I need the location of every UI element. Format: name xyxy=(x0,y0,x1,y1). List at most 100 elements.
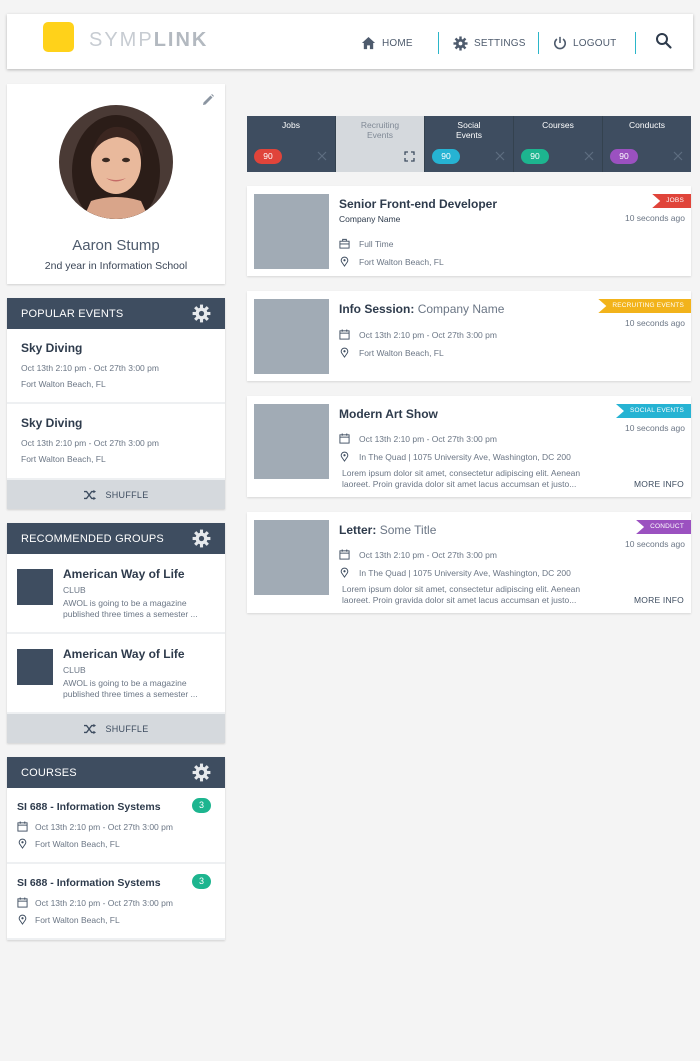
group-description: AWOL is going to be a magazine published … xyxy=(63,598,198,619)
tab-label: Jobs xyxy=(282,120,300,130)
tab-count-badge: 90 xyxy=(521,149,549,164)
courses-header: COURSES xyxy=(7,757,225,788)
group-type: CLUB xyxy=(63,665,86,675)
gear-icon[interactable] xyxy=(192,763,211,782)
event-date: Oct 13th 2:10 pm - Oct 27th 3:00 pm xyxy=(21,438,159,448)
group-type: CLUB xyxy=(63,585,86,595)
nav-logout[interactable]: LOGOUT xyxy=(553,33,616,53)
profile-subtitle: 2nd year in Information School xyxy=(44,260,188,272)
feed-card-conduct[interactable]: Letter: Some Title CONDUCT 10 seconds ag… xyxy=(247,512,691,613)
feed-description: Lorem ipsum dolor sit amet, consectetur … xyxy=(342,468,581,489)
group-description: AWOL is going to be a magazine published … xyxy=(63,678,198,699)
tab-count-badge: 90 xyxy=(432,149,460,164)
popular-events-panel: POPULAR EVENTS Sky Diving Oct 13th 2:10 … xyxy=(7,298,225,509)
feed-card-recruiting[interactable]: Info Session: Company Name RECRUITING EV… xyxy=(247,291,691,381)
logo-text[interactable]: SYMPLINK xyxy=(89,29,208,52)
location-pin-icon xyxy=(18,838,27,849)
calendar-icon xyxy=(339,549,350,560)
close-icon[interactable] xyxy=(317,151,327,161)
nav-settings[interactable]: SETTINGS xyxy=(453,33,526,53)
course-date: Oct 13th 2:10 pm - Oct 27th 3:00 pm xyxy=(17,821,173,832)
feed-card-job[interactable]: Senior Front-end Developer Company Name … xyxy=(247,186,691,276)
feed-location: In The Quad | 1075 University Ave, Washi… xyxy=(339,451,571,462)
courses-title: COURSES xyxy=(21,766,77,779)
feed-company: Company Name xyxy=(339,214,401,224)
gear-icon[interactable] xyxy=(192,304,211,323)
expand-icon[interactable] xyxy=(404,151,415,162)
tab-label: Social Events xyxy=(456,120,482,140)
course-item[interactable]: SI 688 - Information Systems 3 Oct 13th … xyxy=(7,788,225,864)
course-location: Fort Walton Beach, FL xyxy=(17,914,120,925)
location-pin-icon xyxy=(340,347,349,358)
briefcase-icon xyxy=(339,238,350,249)
feed-tag: JOBS xyxy=(652,194,691,208)
feed-title[interactable]: Info Session: Company Name xyxy=(339,302,504,316)
feed-thumbnail xyxy=(254,194,329,269)
tab-conducts[interactable]: Conducts 90 xyxy=(603,116,691,172)
top-header: SYMPLINK HOME SETTINGS LOGOUT xyxy=(7,14,693,69)
close-icon[interactable] xyxy=(584,151,594,161)
pencil-icon[interactable] xyxy=(201,93,215,107)
close-icon[interactable] xyxy=(673,151,683,161)
tab-courses[interactable]: Courses 90 xyxy=(514,116,603,172)
event-item[interactable]: Sky Diving Oct 13th 2:10 pm - Oct 27th 3… xyxy=(7,404,225,480)
avatar-image xyxy=(59,105,173,219)
feed-location: Fort Walton Beach, FL xyxy=(339,347,444,358)
event-date: Oct 13th 2:10 pm - Oct 27th 3:00 pm xyxy=(21,363,159,373)
event-item[interactable]: Sky Diving Oct 13th 2:10 pm - Oct 27th 3… xyxy=(7,329,225,404)
feed-timestamp: 10 seconds ago xyxy=(624,423,685,433)
feed-thumbnail xyxy=(254,299,329,374)
tab-recruiting-events[interactable]: Recruiting Events xyxy=(336,116,425,172)
nav-home[interactable]: HOME xyxy=(361,33,413,53)
shuffle-label: SHUFFLE xyxy=(105,489,149,500)
feed-title[interactable]: Letter: Some Title xyxy=(339,523,436,537)
more-info-link[interactable]: MORE INFO xyxy=(634,595,684,605)
event-location: Fort Walton Beach, FL xyxy=(21,454,106,464)
group-thumbnail xyxy=(17,649,53,685)
nav-home-label: HOME xyxy=(382,37,413,49)
recommended-groups-header: RECOMMENDED GROUPS xyxy=(7,523,225,554)
course-location: Fort Walton Beach, FL xyxy=(17,838,120,849)
tab-label: Courses xyxy=(542,120,574,130)
feed-date: Oct 13th 2:10 pm - Oct 27th 3:00 pm xyxy=(339,329,497,340)
feed-thumbnail xyxy=(254,404,329,479)
location-pin-icon xyxy=(340,256,349,267)
feed-location: In The Quad | 1075 University Ave, Washi… xyxy=(339,567,571,578)
close-icon[interactable] xyxy=(495,151,505,161)
group-title: American Way of Life xyxy=(63,567,185,581)
calendar-icon xyxy=(17,821,28,832)
feed-title[interactable]: Modern Art Show xyxy=(339,407,438,421)
nav-divider xyxy=(438,32,439,54)
feed-date: Oct 13th 2:10 pm - Oct 27th 3:00 pm xyxy=(339,549,497,560)
calendar-icon xyxy=(339,329,350,340)
home-icon xyxy=(361,36,376,49)
event-title: Sky Diving xyxy=(21,341,83,355)
more-info-link[interactable]: MORE INFO xyxy=(634,479,684,489)
feed-thumbnail xyxy=(254,520,329,595)
courses-panel: COURSES SI 688 - Information Systems 3 O… xyxy=(7,757,225,940)
feed-title[interactable]: Senior Front-end Developer xyxy=(339,197,497,211)
group-item[interactable]: American Way of Life CLUB AWOL is going … xyxy=(7,634,225,714)
feed-card-social[interactable]: Modern Art Show SOCIAL EVENTS 10 seconds… xyxy=(247,396,691,497)
tab-jobs[interactable]: Jobs 90 xyxy=(247,116,336,172)
feed-timestamp: 10 seconds ago xyxy=(624,318,685,328)
group-item[interactable]: American Way of Life CLUB AWOL is going … xyxy=(7,554,225,634)
gear-icon xyxy=(453,35,468,51)
logo-mark[interactable] xyxy=(43,22,74,52)
shuffle-button[interactable]: SHUFFLE xyxy=(7,480,225,509)
profile-card: Aaron Stump 2nd year in Information Scho… xyxy=(7,84,225,284)
shuffle-button[interactable]: SHUFFLE xyxy=(7,714,225,743)
feed-tag: SOCIAL EVENTS xyxy=(615,404,691,418)
tab-social-events[interactable]: Social Events 90 xyxy=(425,116,514,172)
course-item[interactable]: SI 688 - Information Systems 3 Oct 13th … xyxy=(7,864,225,940)
search-icon[interactable] xyxy=(655,32,673,50)
location-pin-icon xyxy=(340,567,349,578)
profile-name: Aaron Stump xyxy=(72,237,160,254)
group-title: American Way of Life xyxy=(63,647,185,661)
recommended-groups-title: RECOMMENDED GROUPS xyxy=(21,532,164,545)
feed-tag: CONDUCT xyxy=(636,520,691,534)
nav-divider xyxy=(538,32,539,54)
event-title: Sky Diving xyxy=(21,416,83,430)
avatar[interactable] xyxy=(59,105,173,219)
gear-icon[interactable] xyxy=(192,529,211,548)
